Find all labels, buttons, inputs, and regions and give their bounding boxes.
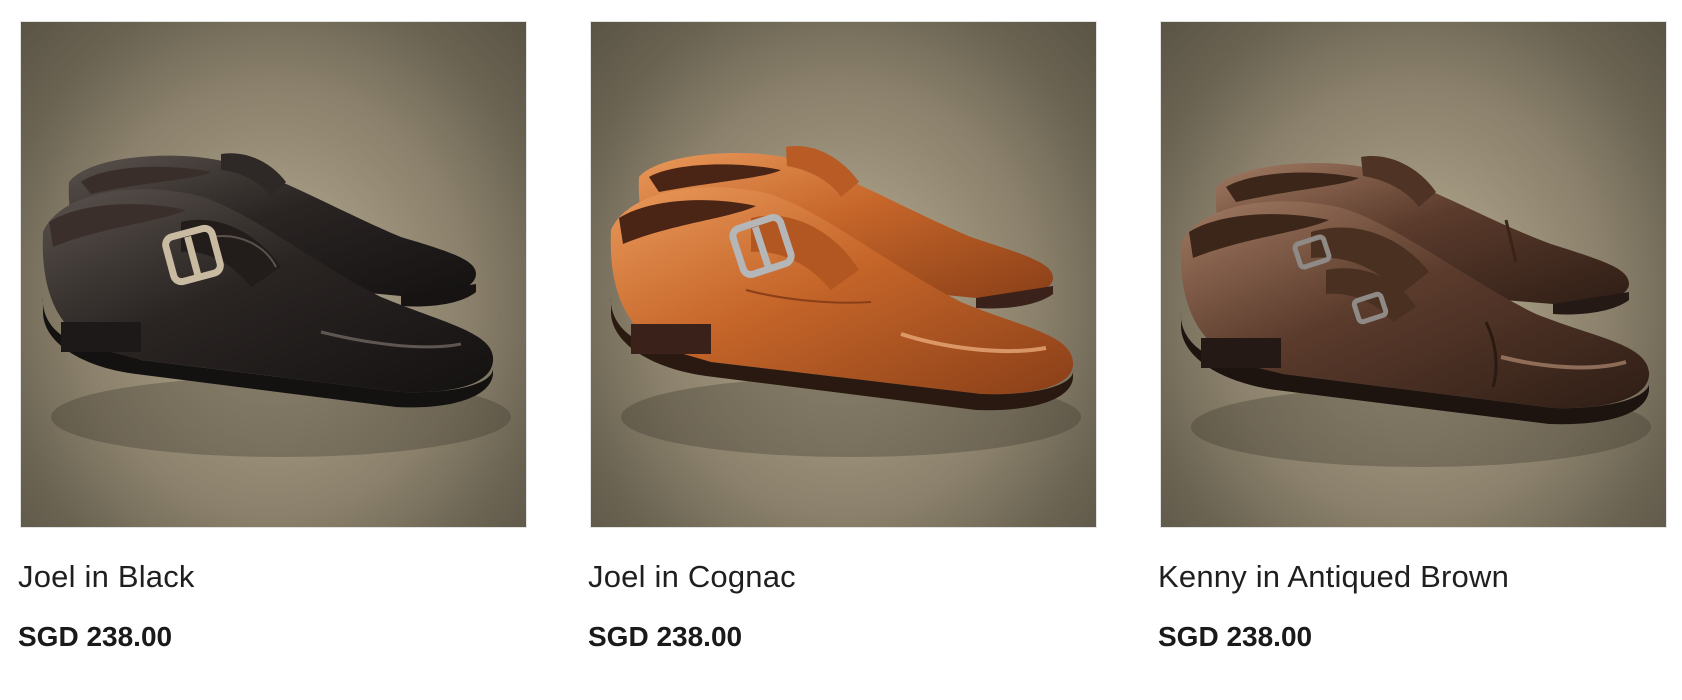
shoe-illustration — [1180, 156, 1651, 467]
shoe-illustration — [42, 153, 511, 457]
product-grid: Joel in Black SGD 238.00 Joel in Cognac … — [0, 0, 1682, 700]
product-card[interactable]: Joel in Cognac SGD 238.00 — [588, 21, 1097, 652]
product-price: SGD 238.00 — [1158, 621, 1313, 652]
product-name[interactable]: Kenny in Antiqued Brown — [1158, 559, 1509, 595]
product-image[interactable] — [20, 21, 527, 528]
product-card[interactable]: Kenny in Antiqued Brown SGD 238.00 — [1158, 21, 1667, 652]
shoe-illustration — [610, 146, 1081, 457]
product-price: SGD 238.00 — [18, 621, 173, 652]
product-image[interactable] — [1160, 21, 1667, 528]
product-image[interactable] — [590, 21, 1097, 528]
product-name[interactable]: Joel in Cognac — [588, 559, 796, 595]
product-price: SGD 238.00 — [588, 621, 743, 652]
product-name[interactable]: Joel in Black — [18, 559, 195, 595]
product-card[interactable]: Joel in Black SGD 238.00 — [18, 21, 527, 652]
